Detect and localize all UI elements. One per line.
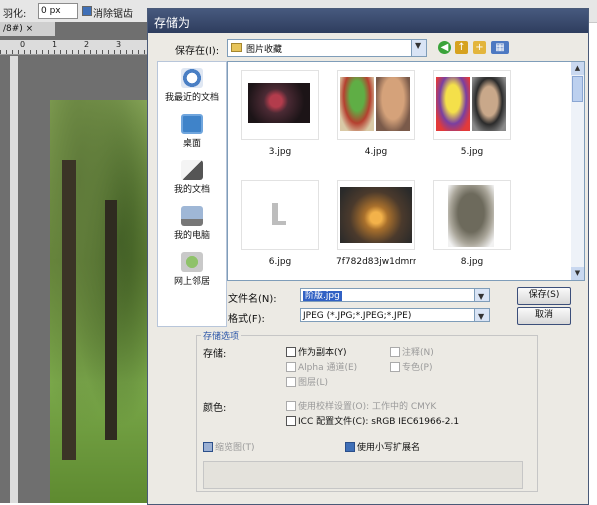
ruler-tick: 1 — [52, 40, 58, 49]
chevron-down-icon[interactable] — [474, 289, 489, 304]
place-recent[interactable]: 我最近的文档 — [158, 68, 226, 103]
use-proof-label: 使用校样设置(O): 工作中的 CMYK — [298, 402, 437, 412]
cancel-button[interactable]: 取消 — [517, 307, 571, 325]
place-my-documents[interactable]: 我的文档 — [158, 160, 226, 195]
save-in-value: 图片收藏 — [246, 45, 283, 55]
lowercase-ext-label: 使用小写扩展名 — [357, 443, 421, 453]
save-button[interactable]: 保存(S) — [517, 287, 571, 305]
save-in-label: 保存在(I): — [175, 46, 220, 57]
color-label: 颜色: — [203, 403, 227, 414]
antialias-checkbox[interactable] — [82, 6, 92, 16]
file-name: 8.jpg — [460, 257, 484, 267]
file-name: 3.jpg — [268, 147, 292, 157]
alpha-label: Alpha 通道(E) — [298, 363, 358, 373]
feather-input[interactable]: 0 px — [38, 3, 78, 19]
storage-label: 存储: — [203, 349, 227, 360]
place-label: 我的电脑 — [173, 231, 210, 241]
tree-trunk — [62, 160, 76, 460]
format-value: JPEG (*.JPG;*.JPEG;*.JPE) — [303, 311, 412, 321]
description-area — [203, 461, 523, 489]
ruler-tick: 3 — [116, 40, 122, 49]
file-item[interactable]: 8.jpg — [432, 180, 512, 267]
desktop-icon — [181, 114, 203, 134]
ruler-tick: 2 — [84, 40, 90, 49]
save-as-dialog: 存储为 保存在(I): 图片收藏 ◀ ↑ + ▦ 我最近的文档 桌面 我的文档 … — [147, 8, 589, 505]
ruler-tick: 0 — [20, 40, 26, 49]
feather-label: 羽化: — [3, 9, 27, 20]
as-copy-label: 作为副本(Y) — [298, 348, 347, 358]
file-thumbnail — [433, 70, 511, 140]
place-network[interactable]: 网上邻居 — [158, 252, 226, 287]
place-label: 我的文档 — [173, 185, 210, 195]
place-label: 我最近的文档 — [164, 93, 219, 103]
my-computer-icon — [181, 206, 203, 226]
up-folder-icon[interactable]: ↑ — [455, 41, 468, 54]
file-item[interactable]: 5.jpg — [432, 70, 512, 157]
annotations-label: 注释(N) — [402, 348, 434, 358]
icc-profile-checkbox[interactable] — [286, 416, 296, 426]
lowercase-ext-checkbox[interactable] — [345, 442, 355, 452]
place-my-computer[interactable]: 我的电脑 — [158, 206, 226, 241]
file-name: 4.jpg — [364, 147, 388, 157]
file-thumbnail — [241, 180, 319, 250]
place-label: 桌面 — [182, 139, 201, 149]
file-thumbnail — [241, 70, 319, 140]
filename-value: 阶版.jpg — [303, 291, 342, 301]
antialias-label: 消除锯齿 — [93, 9, 133, 20]
file-item[interactable]: 3.jpg — [240, 70, 320, 157]
filename-input[interactable]: 阶版.jpg — [300, 288, 490, 304]
alpha-checkbox[interactable] — [286, 362, 296, 372]
back-icon[interactable]: ◀ — [438, 41, 451, 54]
tree-trunk — [105, 200, 117, 440]
chevron-down-icon[interactable] — [474, 309, 489, 324]
file-name: 7f782d83jw1dmrnafgl... — [336, 257, 416, 267]
place-label: 网上邻居 — [173, 277, 210, 287]
format-select[interactable]: JPEG (*.JPG;*.JPEG;*.JPE) — [300, 308, 490, 324]
scroll-up-icon[interactable]: ▲ — [571, 62, 584, 75]
as-copy-checkbox[interactable] — [286, 347, 296, 357]
places-bar: 我最近的文档 桌面 我的文档 我的电脑 网上邻居 — [157, 61, 227, 327]
file-name: 5.jpg — [460, 147, 484, 157]
dialog-title: 存储为 — [154, 16, 191, 30]
recent-documents-icon — [181, 68, 203, 88]
document-tab[interactable]: /8#) × — [0, 22, 55, 36]
file-item[interactable]: 4.jpg — [336, 70, 416, 157]
spot-color-label: 专色(P) — [402, 363, 433, 373]
scroll-down-icon[interactable]: ▼ — [571, 267, 584, 280]
file-thumbnail — [337, 180, 415, 250]
dialog-titlebar[interactable]: 存储为 — [148, 9, 588, 33]
layers-checkbox[interactable] — [286, 377, 296, 387]
file-item[interactable]: 6.jpg — [240, 180, 320, 267]
place-desktop[interactable]: 桌面 — [158, 114, 226, 149]
new-folder-icon[interactable]: + — [473, 41, 486, 54]
spot-color-checkbox[interactable] — [390, 362, 400, 372]
network-places-icon — [181, 252, 203, 272]
icc-profile-label: ICC 配置文件(C): sRGB IEC61966-2.1 — [298, 417, 460, 427]
scroll-thumb[interactable] — [572, 76, 583, 102]
folder-icon — [231, 43, 242, 52]
file-list[interactable]: 3.jpg 4.jpg 5.jpg 6.jpg 7f782d83jw1dmrn … — [227, 61, 573, 281]
vertical-ruler — [10, 56, 18, 503]
use-proof-checkbox[interactable] — [286, 401, 296, 411]
file-name: 6.jpg — [268, 257, 292, 267]
file-thumbnail — [337, 70, 415, 140]
annotations-checkbox[interactable] — [390, 347, 400, 357]
chevron-down-icon[interactable] — [411, 40, 426, 56]
view-menu-icon[interactable]: ▦ — [491, 41, 509, 54]
file-list-scrollbar[interactable]: ▲ ▼ — [571, 61, 585, 281]
thumbnail-checkbox[interactable] — [203, 442, 213, 452]
format-label: 格式(F): — [228, 314, 265, 325]
thumbnail-label: 缩览图(T) — [215, 443, 255, 453]
file-thumbnail — [433, 180, 511, 250]
file-item[interactable]: 7f782d83jw1dmrnafgl... — [336, 180, 416, 267]
save-in-dropdown[interactable]: 图片收藏 — [227, 39, 427, 57]
save-options-legend: 存储选项 — [201, 329, 242, 342]
layers-label: 图层(L) — [298, 378, 329, 388]
filename-label: 文件名(N): — [228, 294, 277, 305]
my-documents-icon — [181, 160, 203, 180]
